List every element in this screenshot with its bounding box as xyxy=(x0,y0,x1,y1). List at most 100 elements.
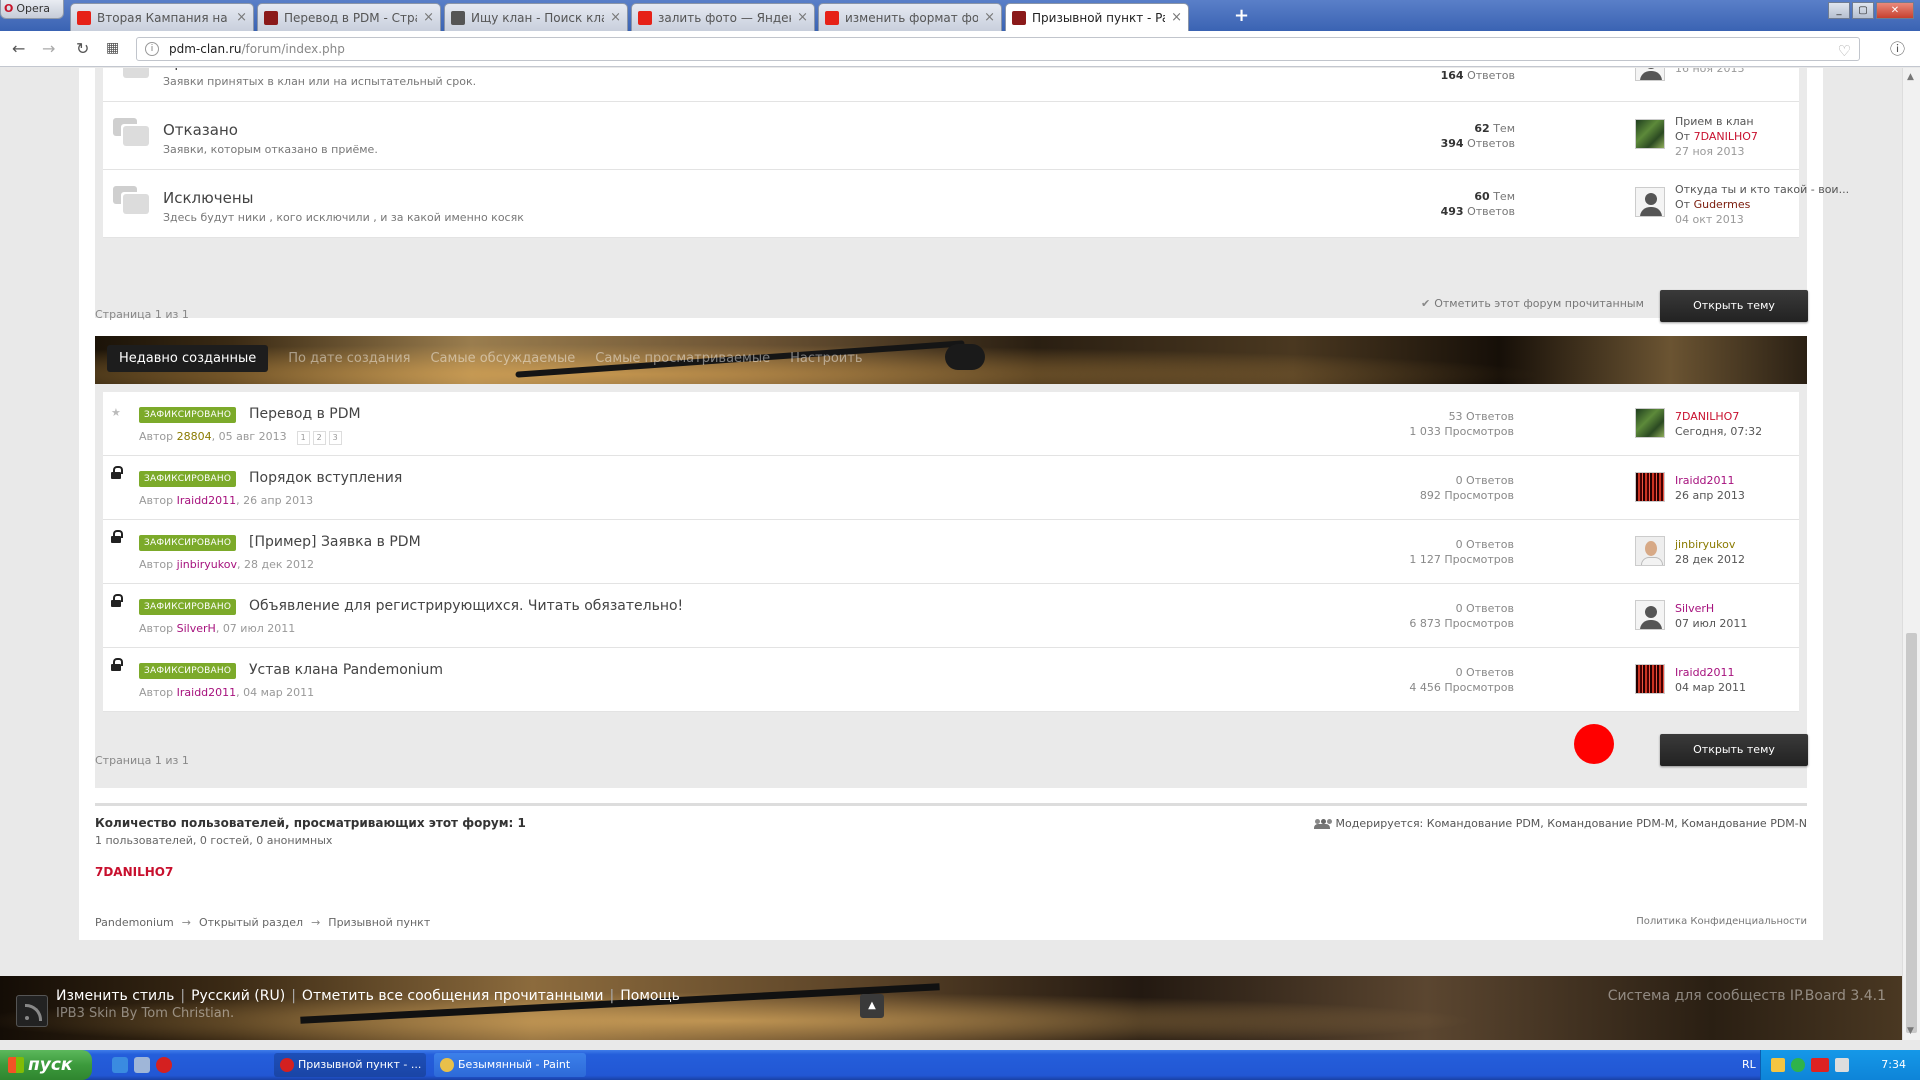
tab-title: Вторая Кампания на xyxy=(97,10,228,25)
browser-tab[interactable]: Перевод в PDM - Страни × xyxy=(257,3,441,31)
language-indicator[interactable]: RL xyxy=(1742,1058,1756,1071)
minimize-button[interactable]: _ xyxy=(1828,2,1850,19)
scroll-down-icon[interactable]: ▼ xyxy=(1907,1026,1914,1036)
last-post-author[interactable]: 7DANILHO7 xyxy=(1694,130,1758,143)
opera-icon[interactable] xyxy=(156,1057,172,1073)
last-post-author[interactable]: SilverH xyxy=(1675,601,1747,616)
avatar[interactable] xyxy=(1635,536,1665,566)
topic-sort-tab[interactable]: Самые обсуждаемые xyxy=(430,351,575,366)
tab-close-icon[interactable]: × xyxy=(984,10,995,25)
mark-all-read-link[interactable]: Отметить все сообщения прочитанными xyxy=(302,988,604,1004)
tab-close-icon[interactable]: × xyxy=(610,10,621,25)
volume-icon[interactable] xyxy=(1835,1058,1849,1072)
page-link[interactable]: 3 xyxy=(328,431,342,445)
page-link[interactable]: 1 xyxy=(296,431,310,445)
pinned-badge: ЗАФИКСИРОВАНО xyxy=(139,663,237,679)
back-arrow-icon[interactable]: ← xyxy=(12,39,25,58)
scroll-up-icon[interactable]: ▲ xyxy=(1907,72,1914,82)
rss-icon[interactable] xyxy=(16,995,48,1027)
last-post-from-label: От xyxy=(1675,198,1691,211)
topic-stats: 0 Ответов 892 Просмотров xyxy=(1314,473,1514,503)
taskbar-window-button[interactable]: Призывной пункт - ... xyxy=(274,1053,426,1077)
opera-menu-button[interactable]: O Opera xyxy=(0,0,64,19)
topic-author[interactable]: 28804 xyxy=(177,430,212,443)
taskbar-window-button[interactable]: Безымянный - Paint xyxy=(434,1053,586,1077)
avatar[interactable] xyxy=(1635,408,1665,438)
subforum-name[interactable]: Отказано xyxy=(163,121,238,139)
avatar[interactable] xyxy=(1635,664,1665,694)
last-post-date: 16 ноя 2013 xyxy=(1675,68,1745,75)
reload-icon[interactable]: ↻ xyxy=(76,39,89,58)
last-post-title[interactable]: Прием в клан xyxy=(1675,114,1758,129)
topic-sort-tab[interactable]: Недавно созданные xyxy=(107,345,269,372)
browser-tab[interactable]: изменить формат фото × xyxy=(818,3,1002,31)
browser-tab[interactable]: Призывной пункт - Pand × xyxy=(1005,3,1189,31)
browser-tab[interactable]: Вторая Кампания на × xyxy=(70,3,254,31)
breadcrumb-link[interactable]: Открытый раздел xyxy=(199,916,303,929)
breadcrumb-link[interactable]: Pandemonium xyxy=(95,916,174,929)
topic-author[interactable]: SilverH xyxy=(177,622,216,635)
clock: 7:34 xyxy=(1881,1058,1906,1071)
back-to-top-button[interactable]: ▲ xyxy=(860,994,884,1018)
tray-app-icon[interactable] xyxy=(1771,1058,1785,1072)
avatar[interactable] xyxy=(1635,187,1665,217)
last-post-title[interactable]: Откуда ты и кто такой - вои... xyxy=(1675,182,1849,197)
browser-tab[interactable]: залить фото — Яндекс × xyxy=(631,3,815,31)
privacy-policy-link[interactable]: Политика Конфиденциальности xyxy=(1636,916,1807,927)
scrollbar-thumb[interactable] xyxy=(1906,633,1917,1033)
close-window-button[interactable]: ✕ xyxy=(1876,2,1914,19)
topic-author[interactable]: Iraidd2011 xyxy=(177,494,237,507)
avatar[interactable] xyxy=(1635,472,1665,502)
star-icon[interactable]: ★ xyxy=(111,406,121,419)
topic-title[interactable]: Порядок вступления xyxy=(249,470,402,486)
new-tab-button[interactable]: + xyxy=(1234,5,1249,26)
tab-favicon-icon xyxy=(451,10,465,25)
forward-arrow-icon[interactable]: → xyxy=(42,39,55,58)
subforum-name[interactable]: Исключены xyxy=(163,189,253,207)
last-post-author[interactable]: Gudermes xyxy=(1694,198,1751,211)
avatar[interactable] xyxy=(1635,600,1665,630)
topic-title[interactable]: [Пример] Заявка в PDM xyxy=(249,534,421,550)
speed-dial-icon[interactable]: ▦ xyxy=(106,40,119,56)
topic-author[interactable]: Iraidd2011 xyxy=(177,686,237,699)
help-link[interactable]: Помощь xyxy=(620,988,680,1004)
last-post-author[interactable]: 7DANILHO7 xyxy=(1675,409,1762,424)
tab-close-icon[interactable]: × xyxy=(797,10,808,25)
avatar[interactable] xyxy=(1635,119,1665,149)
downloads-icon[interactable]: ⓘ xyxy=(1890,38,1905,59)
tab-close-icon[interactable]: × xyxy=(1171,10,1182,25)
topic-author[interactable]: jinbiryukov xyxy=(177,558,237,571)
page-scrollbar[interactable]: ▲ ▼ xyxy=(1902,68,1920,1040)
desktop-icon[interactable] xyxy=(134,1057,150,1073)
tray-network-icon[interactable] xyxy=(1791,1058,1805,1072)
topic-sort-tab[interactable]: По дате создания xyxy=(288,351,410,366)
language-link[interactable]: Русский (RU) xyxy=(191,988,285,1004)
tab-close-icon[interactable]: × xyxy=(236,10,247,25)
bookmark-heart-icon[interactable]: ♡ xyxy=(1838,40,1851,62)
topic-title[interactable]: Устав клана Pandemonium xyxy=(249,662,443,678)
maximize-button[interactable]: ▢ xyxy=(1852,2,1874,19)
breadcrumb-link[interactable]: Призывной пункт xyxy=(328,916,430,929)
change-style-link[interactable]: Изменить стиль xyxy=(56,988,174,1004)
online-user-link[interactable]: 7DANILHO7 xyxy=(95,865,173,879)
browser-tab[interactable]: Ищу клан - Поиск клана × xyxy=(444,3,628,31)
tab-close-icon[interactable]: × xyxy=(423,10,434,25)
url-input[interactable]: i pdm-clan.ru/forum/index.php ♡ xyxy=(136,37,1860,61)
start-button[interactable]: пуск xyxy=(0,1050,92,1080)
tray-ati-icon[interactable] xyxy=(1811,1058,1829,1072)
ie-icon[interactable] xyxy=(112,1057,128,1073)
mark-forum-read-link[interactable]: ✔ Отметить этот форум прочитанным xyxy=(1421,297,1644,310)
page-link[interactable]: 2 xyxy=(312,431,326,445)
open-topic-button-bottom[interactable]: Открыть тему xyxy=(1660,734,1808,766)
avatar[interactable] xyxy=(1635,68,1665,81)
subforum-name[interactable]: Принятые xyxy=(163,68,242,71)
open-topic-button-top[interactable]: Открыть тему xyxy=(1660,290,1808,322)
last-post-author[interactable]: Iraidd2011 xyxy=(1675,473,1745,488)
powered-by[interactable]: Система для сообществ IP.Board 3.4.1 xyxy=(1608,988,1886,1004)
topic-sort-tab[interactable]: Настроить xyxy=(790,351,862,366)
last-post-author[interactable]: Iraidd2011 xyxy=(1675,665,1746,680)
last-post-author[interactable]: jinbiryukov xyxy=(1675,537,1745,552)
topic-title[interactable]: Перевод в PDM xyxy=(249,406,361,422)
topic-sort-tab[interactable]: Самые просматриваемые xyxy=(595,351,770,366)
topic-title[interactable]: Объявление для регистрирующихся. Читать … xyxy=(249,598,683,614)
